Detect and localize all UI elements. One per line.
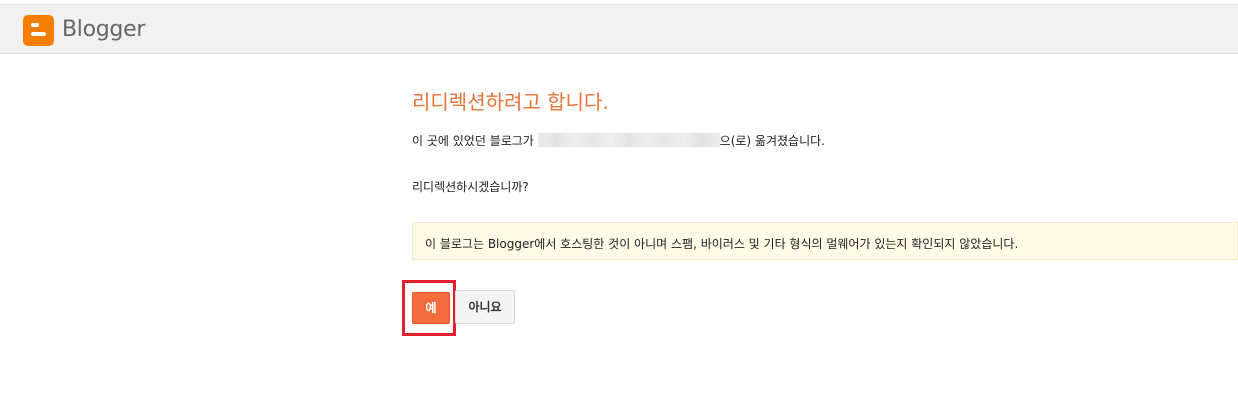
redacted-url	[537, 133, 720, 147]
moved-message-suffix: 으(로) 옮겨졌습니다.	[719, 134, 825, 148]
no-button[interactable]: 아니요	[455, 290, 515, 324]
warning-text: 이 블로그는 Blogger에서 호스팅한 것이 아니며 스팸, 바이러스 및 …	[425, 237, 1019, 251]
header-bar: Blogger	[0, 5, 1238, 54]
redirect-question: 리디렉션하시겠습니까?	[412, 180, 529, 194]
yes-button[interactable]: 예	[412, 292, 450, 324]
moved-message: 이 곳에 있었던 블로그가 으(로) 옮겨졌습니다.	[412, 132, 825, 149]
brand-name[interactable]: Blogger	[62, 17, 145, 42]
warning-box: 이 블로그는 Blogger에서 호스팅한 것이 아니며 스팸, 바이러스 및 …	[412, 222, 1238, 260]
blogger-logo-icon[interactable]	[23, 15, 54, 46]
moved-message-prefix: 이 곳에 있었던 블로그가	[412, 134, 538, 148]
page-title: 리디렉션하려고 합니다.	[412, 90, 609, 114]
